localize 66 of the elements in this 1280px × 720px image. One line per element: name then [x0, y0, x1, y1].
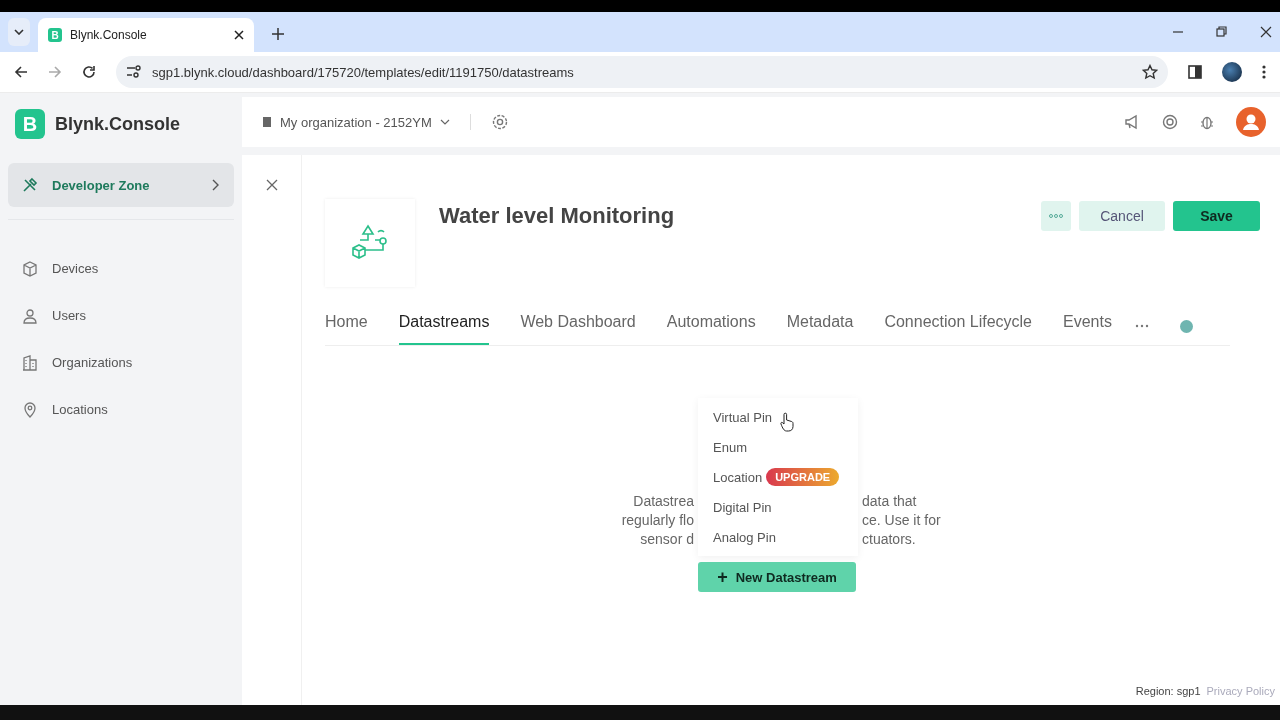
side-panel-icon[interactable]	[1188, 65, 1202, 79]
bug-icon[interactable]	[1200, 114, 1214, 130]
tab[interactable]: Connection Lifecycle	[884, 307, 1032, 345]
organization-selector[interactable]: My organization - 2152YM	[280, 114, 432, 130]
tab[interactable]: Events	[1063, 307, 1112, 345]
chevron-right-icon	[212, 179, 220, 191]
address-bar[interactable]: sgp1.blynk.cloud/dashboard/175720/templates/edit/1191750/datastreams	[116, 56, 1168, 88]
bookmark-star-icon[interactable]	[1142, 64, 1158, 80]
template-title: Water level Monitoring	[439, 203, 675, 229]
sidebar-item[interactable]: Developer Zone	[8, 163, 234, 207]
close-icon[interactable]	[234, 30, 244, 40]
megaphone-icon[interactable]	[1124, 114, 1140, 130]
location-pin-icon	[22, 401, 38, 418]
new-datastream-button[interactable]: + New Datastream	[698, 562, 856, 592]
favicon-icon: B	[48, 28, 62, 42]
profile-avatar[interactable]	[1222, 62, 1242, 82]
description-text: ctuators.	[862, 530, 917, 549]
upgrade-badge: UPGRADE	[766, 468, 840, 486]
region-label: Region: sgp1	[1135, 685, 1201, 697]
close-icon[interactable]	[1260, 26, 1272, 38]
site-settings-icon[interactable]	[126, 65, 142, 79]
sidebar-item[interactable]: Users	[8, 292, 234, 339]
logo-icon: B	[15, 109, 45, 139]
menu-item[interactable]: Location	[713, 469, 763, 485]
description-text: data that	[862, 492, 918, 511]
tab-title: Blynk.Console	[70, 28, 148, 42]
menu-item[interactable]: Analog Pin	[713, 529, 776, 545]
cube-icon	[22, 260, 38, 277]
tab[interactable]: Automations	[666, 307, 756, 345]
user-avatar[interactable]	[1236, 107, 1266, 137]
chevron-down-icon[interactable]	[439, 119, 450, 125]
menu-item[interactable]: Enum	[713, 439, 747, 455]
tab[interactable]: Datastreams	[398, 307, 490, 345]
description-text: ce. Use it for	[862, 511, 942, 530]
sidebar-item[interactable]: Locations	[8, 386, 234, 433]
sidebar-item[interactable]: Devices	[8, 245, 234, 292]
device-diagram-icon	[350, 224, 390, 262]
browser-tab[interactable]: B Blynk.Console	[38, 18, 254, 52]
reload-icon[interactable]	[82, 65, 96, 79]
dots-icon	[1049, 214, 1063, 218]
lifebuoy-icon[interactable]	[1162, 114, 1178, 130]
hand-cursor-icon	[780, 412, 794, 432]
description-text: Datastrea	[632, 492, 694, 511]
tab[interactable]: Web Dashboard	[520, 307, 636, 345]
tab-list-button[interactable]	[8, 18, 30, 46]
building-icon	[262, 116, 272, 128]
user-icon	[22, 307, 38, 324]
sidebar-item[interactable]: Organizations	[8, 339, 234, 386]
description-text: regularly flo	[620, 511, 694, 530]
brand-name: Blynk.Console	[55, 113, 181, 135]
more-menu-icon[interactable]	[1262, 65, 1266, 79]
restore-icon[interactable]	[1216, 26, 1228, 38]
back-icon[interactable]	[14, 65, 28, 79]
settings-icon[interactable]	[490, 113, 509, 131]
caret-icon	[14, 29, 24, 35]
menu-item[interactable]: Digital Pin	[713, 499, 772, 515]
new-tab-icon[interactable]	[272, 28, 284, 40]
menu-item[interactable]: Virtual Pin	[713, 409, 772, 425]
description-text: sensor d	[639, 530, 694, 549]
tab[interactable]: Home	[325, 307, 368, 345]
more-icon[interactable]	[1134, 324, 1149, 328]
tab[interactable]: Metadata	[786, 307, 854, 345]
save-button[interactable]: Save	[1173, 201, 1260, 231]
cancel-button[interactable]: Cancel	[1079, 201, 1165, 231]
building-icon	[22, 354, 38, 371]
tools-icon	[22, 177, 38, 193]
